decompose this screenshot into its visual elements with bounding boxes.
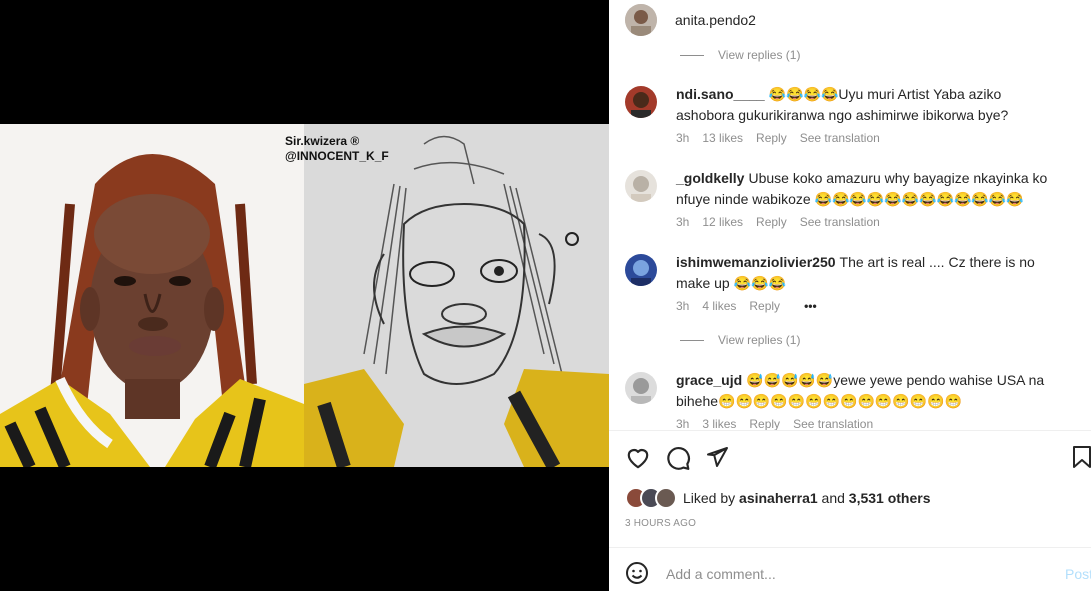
- avatar[interactable]: [625, 372, 657, 404]
- reply-button[interactable]: Reply: [756, 215, 787, 229]
- divider-line: [680, 55, 704, 57]
- post-header: anita.pendo2: [609, 0, 1091, 44]
- reply-button[interactable]: Reply: [756, 131, 787, 145]
- liker-avatars: [625, 487, 677, 509]
- comment-likes[interactable]: 3 likes: [702, 417, 736, 430]
- comment-time[interactable]: 3h: [676, 299, 689, 313]
- author-avatar[interactable]: [625, 4, 657, 36]
- comment-time[interactable]: 3h: [676, 131, 689, 145]
- comment-likes[interactable]: 13 likes: [702, 131, 743, 145]
- paper-plane-icon[interactable]: [705, 445, 729, 469]
- avatar[interactable]: [625, 86, 657, 118]
- reply-button[interactable]: Reply: [749, 417, 780, 430]
- post-image[interactable]: Sir.kwizera ® @INNOCENT_K_F: [0, 124, 609, 467]
- view-replies-link[interactable]: View replies (1): [680, 48, 800, 62]
- post-button[interactable]: Post: [1065, 566, 1091, 582]
- comment-bubble-icon[interactable]: [665, 445, 691, 471]
- comment-username[interactable]: ishimwemanziolivier250: [676, 254, 836, 270]
- sketch-drawing: [304, 124, 609, 467]
- author-username[interactable]: anita.pendo2: [675, 12, 756, 28]
- reply-button[interactable]: Reply: [749, 299, 780, 313]
- comment-body: _goldkelly Ubuse koko amazuru why bayagiz…: [676, 168, 1061, 210]
- view-replies-link[interactable]: View replies (1): [680, 333, 800, 347]
- watermark-line-1: Sir.kwizera ®: [285, 134, 360, 148]
- comment-likes[interactable]: 4 likes: [702, 299, 736, 313]
- avatar[interactable]: [625, 254, 657, 286]
- post-media-area: Sir.kwizera ® @INNOCENT_K_F: [0, 0, 609, 591]
- post-timestamp[interactable]: 3 HOURS AGO: [625, 518, 696, 529]
- see-translation-link[interactable]: See translation: [793, 417, 873, 430]
- comment-time[interactable]: 3h: [676, 215, 689, 229]
- avatar[interactable]: [625, 170, 657, 202]
- comment-meta: 3h 4 likes Reply •••: [676, 299, 830, 313]
- comment-likes[interactable]: 12 likes: [702, 215, 743, 229]
- likes-prefix: Liked by: [683, 490, 740, 506]
- watermark: Sir.kwizera ® @INNOCENT_K_F: [285, 134, 389, 164]
- heart-icon[interactable]: [625, 445, 651, 471]
- more-options-icon[interactable]: •••: [804, 299, 817, 313]
- likes-and: and: [817, 490, 849, 506]
- comment-username[interactable]: ndi.sano____: [676, 86, 765, 102]
- action-bar: [609, 431, 1091, 491]
- bookmark-icon[interactable]: [1071, 445, 1091, 469]
- view-replies-label: View replies (1): [718, 333, 801, 347]
- divider-line: [680, 340, 704, 342]
- liker-username[interactable]: asinaherra1: [739, 490, 818, 506]
- comment-meta: 3h 12 likes Reply See translation: [676, 215, 893, 229]
- see-translation-link[interactable]: See translation: [800, 215, 880, 229]
- comment-username[interactable]: _goldkelly: [676, 170, 744, 186]
- comment-body: ndi.sano____ 😂😂😂😂Uyu muri Artist Yaba azi…: [676, 84, 1061, 126]
- portrait-photo: [0, 124, 304, 467]
- post-sidebar: anita.pendo2 View replies (1) ndi.sano__…: [609, 0, 1091, 591]
- view-replies-label: View replies (1): [718, 48, 801, 62]
- smiley-icon[interactable]: [625, 561, 649, 585]
- comment-meta: 3h 13 likes Reply See translation: [676, 131, 893, 145]
- likes-count[interactable]: 3,531 others: [849, 490, 931, 506]
- comment-body: grace_ujd 😅😅😅😅😅yewe yewe pendo wahise USA…: [676, 370, 1061, 412]
- add-comment-bar: Add a comment... Post: [609, 548, 1091, 591]
- likes-text: Liked by asinaherra1 and 3,531 others: [683, 490, 931, 506]
- comment-meta: 3h 3 likes Reply See translation: [676, 417, 886, 430]
- comments-list[interactable]: View replies (1) ndi.sano____ 😂😂😂😂Uyu mur…: [609, 44, 1091, 430]
- see-translation-link[interactable]: See translation: [800, 131, 880, 145]
- watermark-line-2: @INNOCENT_K_F: [285, 149, 389, 163]
- comment-input[interactable]: Add a comment...: [666, 566, 776, 582]
- comment-body: ishimwemanziolivier250 The art is real ..…: [676, 252, 1061, 294]
- comment-username[interactable]: grace_ujd: [676, 372, 742, 388]
- comment-time[interactable]: 3h: [676, 417, 689, 430]
